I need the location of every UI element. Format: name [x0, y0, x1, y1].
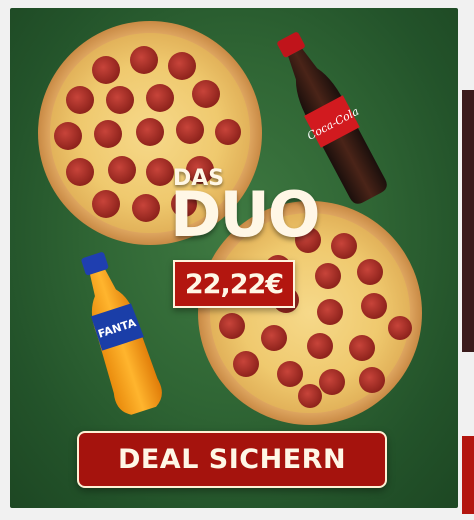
fanta-bottle: FANTA	[81, 252, 162, 415]
deal-button-label: DEAL SICHERN	[117, 444, 347, 475]
price-value: 22,22€	[184, 268, 284, 300]
promo-banner[interactable]: Coca-Cola FANTA DAS DUO 22,22€ DEAL SICH…	[10, 8, 458, 508]
deal-button[interactable]: DEAL SICHERN	[77, 431, 387, 488]
headline-large: DUO	[170, 178, 321, 251]
price-badge: 22,22€	[173, 260, 295, 308]
adjacent-card-edge	[462, 90, 474, 352]
adjacent-card-button-edge	[462, 436, 474, 514]
